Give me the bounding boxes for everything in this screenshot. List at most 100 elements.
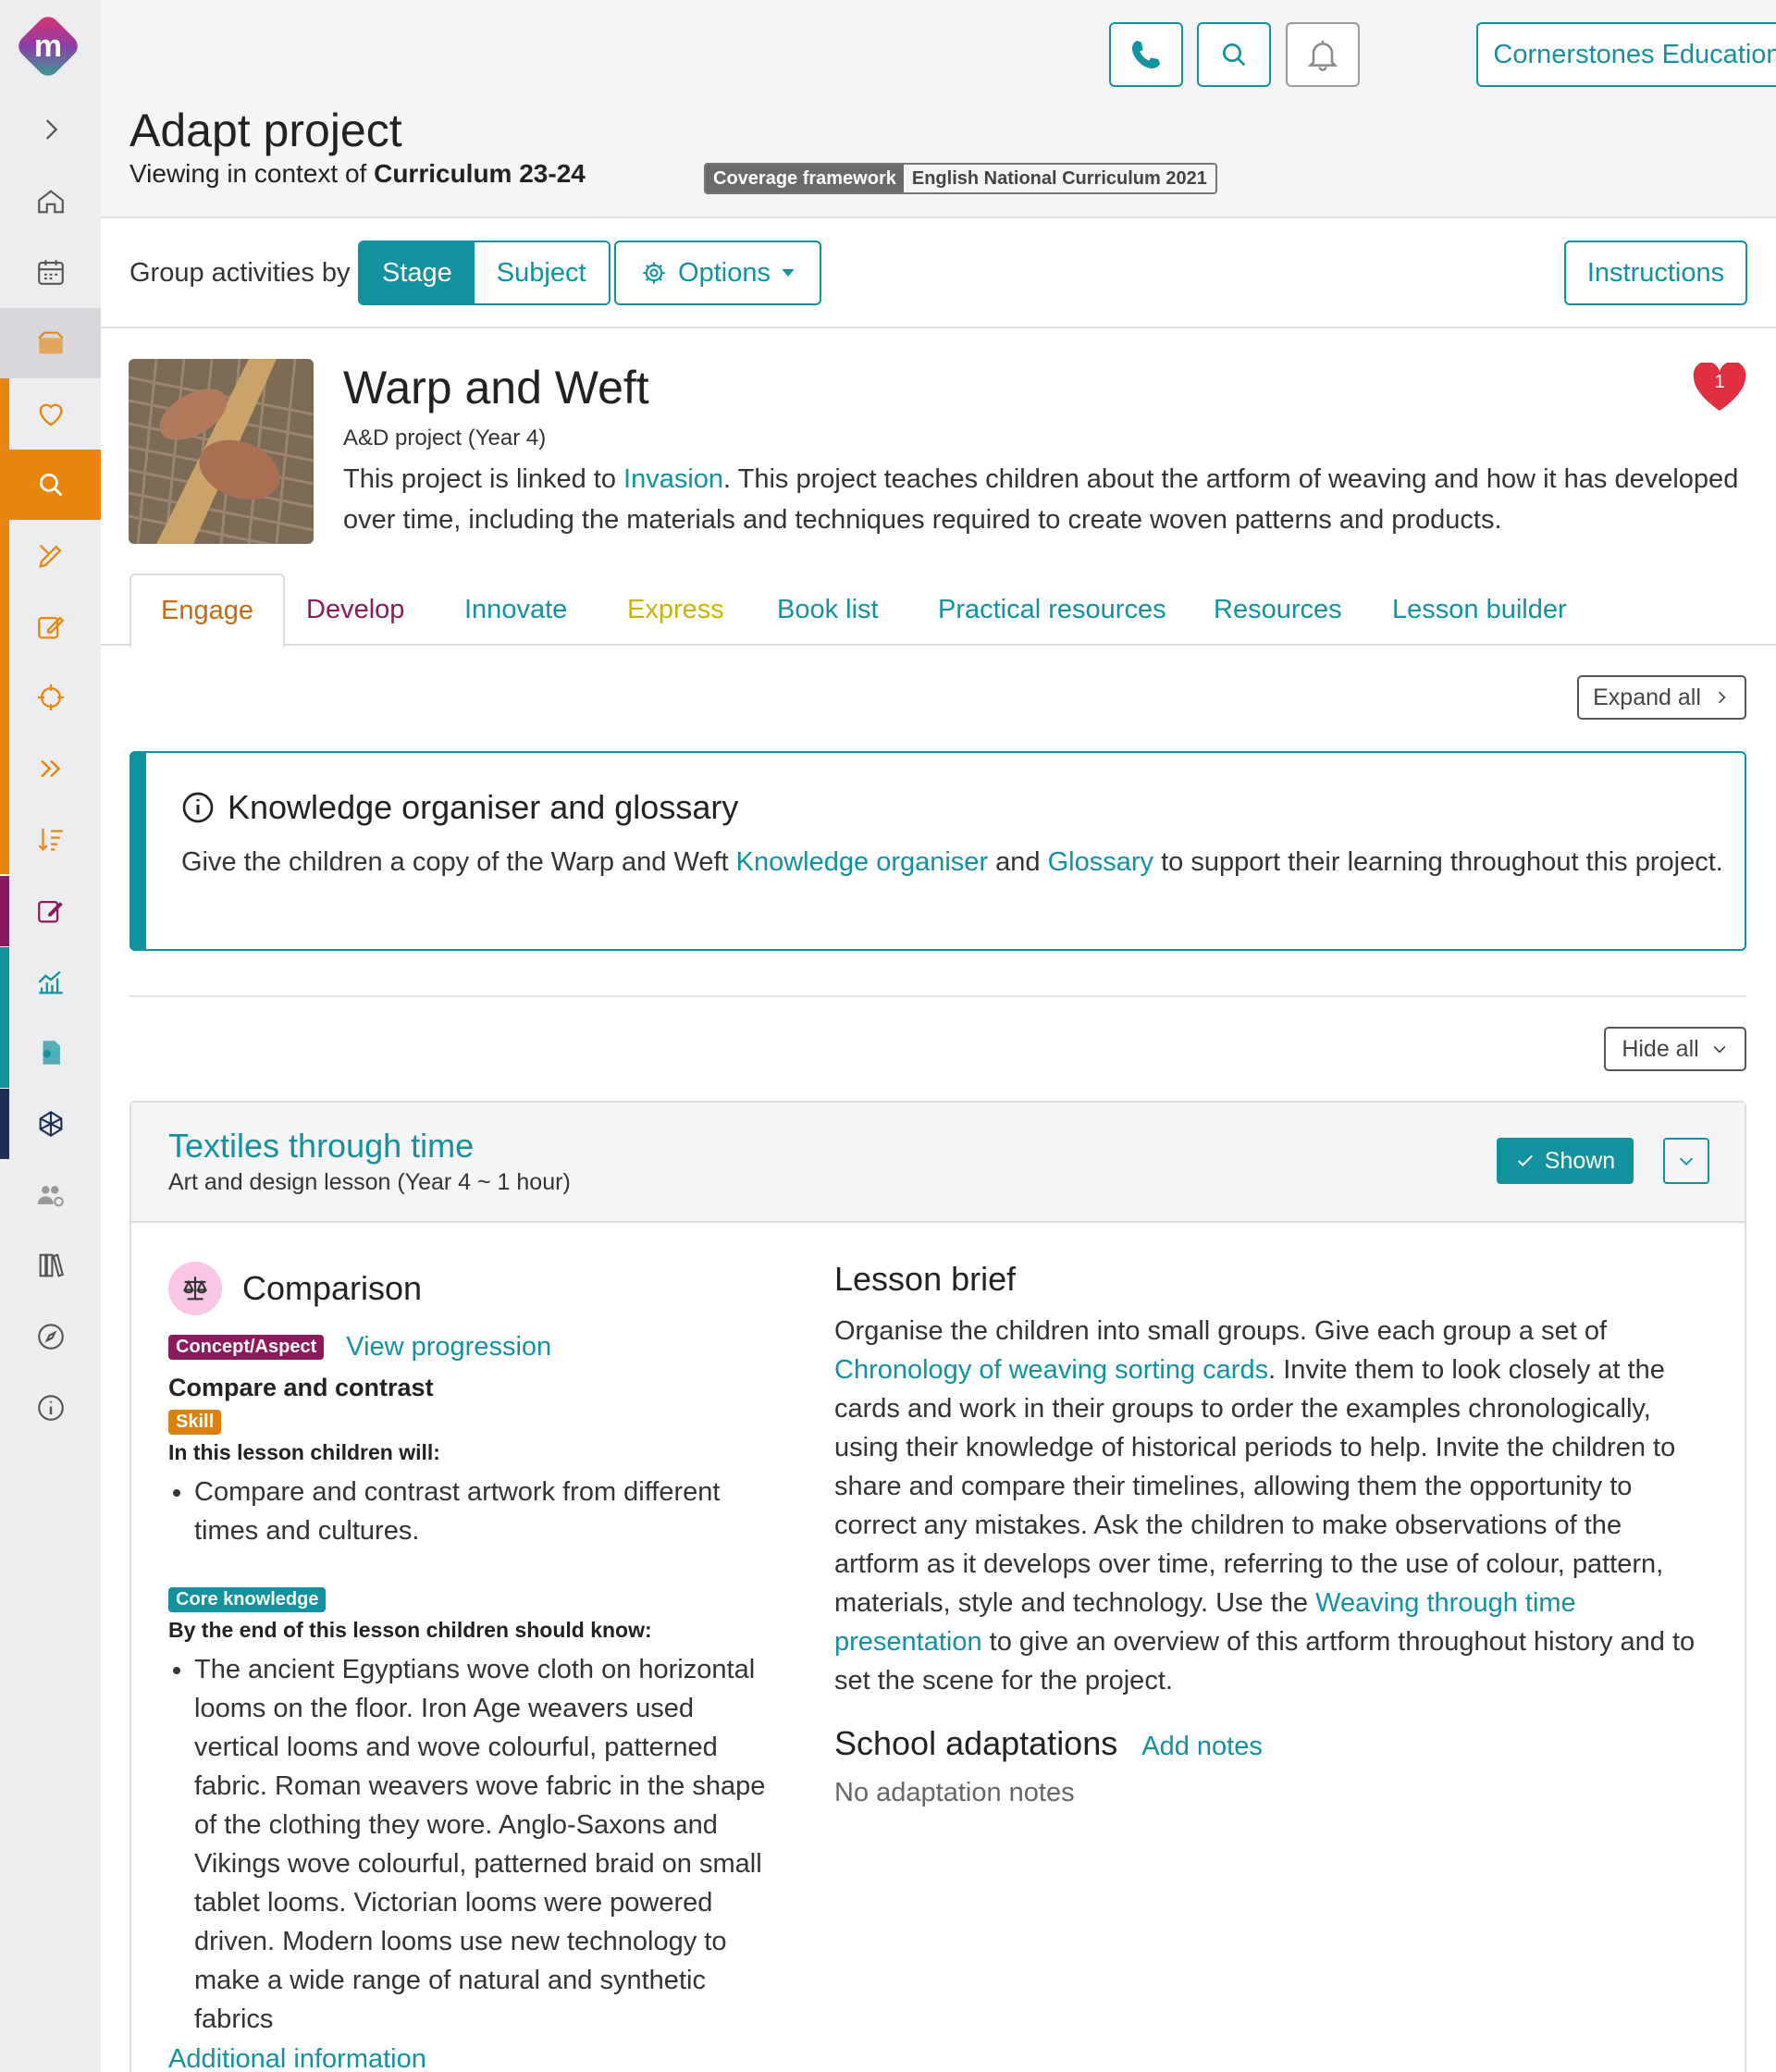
group-toolbar: Group activities by Stage Subject Option…	[101, 219, 1776, 328]
assessment-edit-icon[interactable]	[0, 876, 101, 946]
search-icon	[1223, 43, 1246, 67]
collapse-lesson-button[interactable]	[1663, 1138, 1709, 1184]
stage-button[interactable]: Stage	[360, 242, 475, 303]
compass-icon[interactable]	[0, 1301, 101, 1372]
favourite-count: 1	[1714, 372, 1725, 392]
search-nav-icon[interactable]	[0, 450, 101, 520]
lesson-title[interactable]: Textiles through time	[168, 1127, 474, 1166]
calendar-icon[interactable]	[0, 237, 101, 307]
group-by-label: Group activities by	[130, 258, 351, 288]
tab-express[interactable]: Express	[627, 574, 724, 646]
chevron-down-icon	[782, 269, 795, 277]
framework-badge[interactable]: Coverage framework English National Curr…	[704, 163, 1217, 194]
options-button[interactable]: Options	[614, 240, 821, 305]
app-logo[interactable]: m	[15, 13, 81, 80]
no-notes-text: No adaptation notes	[834, 1778, 1075, 1807]
tab-lesson-builder[interactable]: Lesson builder	[1392, 574, 1567, 646]
info-text-after: to support their learning throughout thi…	[1153, 847, 1723, 877]
lesson-brief-text: Organise the children into small groups.…	[834, 1312, 1713, 1700]
expand-all-button[interactable]: Expand all	[1577, 675, 1746, 720]
favourite-button[interactable]: 1	[1692, 361, 1747, 413]
add-notes-link[interactable]: Add notes	[1141, 1732, 1263, 1762]
context-prefix: Viewing in context of	[130, 159, 367, 188]
skill-badge: Skill	[168, 1410, 222, 1435]
view-progression-link[interactable]: View progression	[346, 1332, 551, 1363]
know-list: The ancient Egyptians wove cloth on hori…	[168, 1650, 779, 2039]
glossary-link[interactable]: Glossary	[1048, 847, 1153, 877]
section-divider	[130, 995, 1746, 997]
tab-resources[interactable]: Resources	[1214, 574, 1342, 646]
chevron-down-icon	[1679, 1157, 1694, 1166]
will-list: Compare and contrast artwork from differ…	[168, 1473, 779, 1550]
expand-sidebar-icon[interactable]	[0, 94, 101, 165]
tab-develop[interactable]: Develop	[306, 574, 404, 646]
info-text-mid: and	[988, 847, 1048, 877]
list-item: Compare and contrast artwork from differ…	[194, 1473, 779, 1550]
sidebar: m	[0, 0, 101, 2072]
about-info-icon[interactable]	[0, 1373, 101, 1443]
lesson-header: Textiles through time Art and design les…	[131, 1103, 1745, 1223]
lesson-right-column: Lesson brief Organise the children into …	[834, 1260, 1713, 1808]
framework-value: English National Curriculum 2021	[903, 165, 1215, 192]
certificate-icon[interactable]	[0, 1018, 101, 1088]
info-icon	[182, 792, 214, 823]
invasion-link[interactable]: Invasion	[623, 464, 723, 494]
network-icon[interactable]	[0, 1089, 101, 1159]
concept-name: Comparison	[242, 1269, 423, 1307]
search-button[interactable]	[1197, 22, 1271, 87]
knowledge-organiser-link[interactable]: Knowledge organiser	[736, 847, 988, 877]
page-title: Adapt project	[130, 105, 402, 156]
expand-all-label: Expand all	[1593, 684, 1701, 710]
home-icon[interactable]	[0, 166, 101, 237]
will-label: In this lesson children will:	[168, 1440, 440, 1464]
options-label: Options	[678, 257, 771, 288]
library-icon[interactable]	[0, 1230, 101, 1301]
subject-button[interactable]: Subject	[474, 242, 609, 303]
notifications-button[interactable]	[1286, 22, 1360, 87]
scales-icon	[168, 1262, 222, 1315]
brief-part-1: Organise the children into small groups.…	[834, 1316, 1608, 1346]
shown-label: Shown	[1544, 1147, 1616, 1174]
lesson-meta: Art and design lesson (Year 4 ~ 1 hour)	[168, 1169, 571, 1195]
svg-text:m: m	[34, 29, 62, 64]
info-box-title-row: Knowledge organiser and glossary	[181, 788, 738, 827]
project-subtitle: A&D project (Year 4)	[343, 426, 547, 450]
analytics-icon[interactable]	[0, 947, 101, 1018]
phone-icon	[1132, 41, 1160, 68]
design-tools-icon[interactable]	[0, 521, 101, 591]
adaptations-row: School adaptations Add notes	[834, 1724, 1713, 1763]
stage-tabs: Engage Develop Innovate Express Book lis…	[101, 574, 1776, 648]
chronology-cards-link[interactable]: Chronology of weaving sorting cards	[834, 1355, 1268, 1385]
know-label: By the end of this lesson children shoul…	[168, 1618, 652, 1642]
concept-badge: Concept/Aspect	[168, 1335, 325, 1360]
gear-icon	[643, 262, 665, 284]
instructions-button[interactable]: Instructions	[1564, 240, 1747, 305]
project-title: Warp and Weft	[343, 362, 649, 413]
chevron-down-icon	[1713, 1045, 1726, 1054]
lesson-brief-title: Lesson brief	[834, 1260, 1017, 1298]
favourites-icon[interactable]	[0, 379, 101, 450]
edit-plan-icon[interactable]	[0, 592, 101, 662]
context-line: Viewing in context of Curriculum 23-24	[130, 159, 586, 189]
tab-engage[interactable]: Engage	[130, 574, 285, 648]
lesson-card: Textiles through time Art and design les…	[130, 1101, 1746, 2072]
tab-book-list[interactable]: Book list	[777, 574, 879, 646]
target-icon[interactable]	[0, 662, 101, 733]
users-settings-icon[interactable]	[0, 1160, 101, 1230]
page-header: Cornerstones Education Adapt project Vie…	[101, 0, 1776, 218]
phone-button[interactable]	[1109, 22, 1183, 87]
school-selector[interactable]: Cornerstones Education	[1476, 22, 1776, 87]
info-box-title: Knowledge organiser and glossary	[228, 788, 739, 826]
chevron-right-icon	[1718, 691, 1726, 704]
adaptations-title: School adaptations	[834, 1724, 1118, 1762]
double-chevron-icon[interactable]	[0, 734, 101, 804]
core-knowledge-badge: Core knowledge	[168, 1587, 327, 1612]
projects-icon[interactable]	[0, 308, 101, 378]
tab-practical-resources[interactable]: Practical resources	[938, 574, 1166, 646]
sort-icon[interactable]	[0, 804, 101, 874]
additional-information-link[interactable]: Additional information	[168, 2044, 426, 2072]
bell-icon	[1307, 41, 1338, 71]
hide-all-button[interactable]: Hide all	[1604, 1027, 1746, 1071]
shown-toggle-button[interactable]: Shown	[1497, 1138, 1634, 1184]
tab-innovate[interactable]: Innovate	[464, 574, 567, 646]
